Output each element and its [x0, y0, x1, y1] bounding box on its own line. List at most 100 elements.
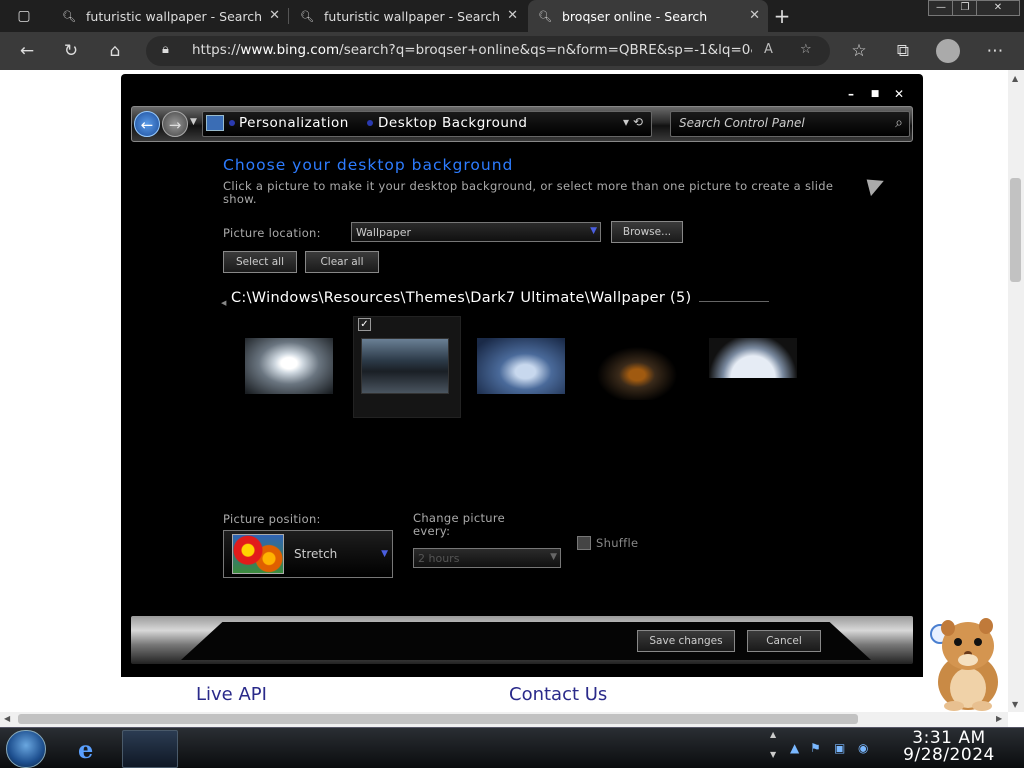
- scroll-up-icon[interactable]: ▲: [1012, 74, 1018, 83]
- new-tab-icon[interactable]: +: [771, 5, 793, 27]
- wallpaper-thumb-5[interactable]: [709, 338, 797, 378]
- close-tab-icon[interactable]: ✕: [269, 8, 280, 23]
- cp-content: Choose your desktop background Click a p…: [131, 144, 913, 614]
- close-tab-icon[interactable]: ✕: [749, 8, 760, 23]
- wallpaper-thumb-3[interactable]: [477, 338, 565, 394]
- clear-all-button[interactable]: Clear all: [305, 251, 379, 273]
- url-text[interactable]: https://www.bing.com/search?q=broqser+on…: [192, 42, 752, 58]
- tab-actions-icon[interactable]: ▢: [13, 5, 35, 27]
- taskbar: e ▲ ▼ ▲ ⚑ ▣ ◉ 3:31 AM 9/28/2024: [0, 727, 1024, 768]
- network-icon[interactable]: ▣: [834, 741, 845, 755]
- search-icon: 🔍︎: [62, 9, 76, 23]
- search-icon: 🔍︎: [538, 9, 552, 23]
- back-icon[interactable]: ←: [16, 40, 38, 62]
- action-center-icon[interactable]: ⚑: [810, 741, 821, 755]
- maximize-button[interactable]: ❐: [952, 0, 978, 16]
- tray-up-icon[interactable]: ▲: [770, 730, 776, 739]
- change-picture-select[interactable]: 2 hours ▼: [413, 548, 561, 568]
- vertical-scrollbar[interactable]: ▲ ▼: [1008, 70, 1024, 712]
- clock-date: 9/28/2024: [903, 745, 995, 765]
- volume-icon[interactable]: ◉: [858, 741, 868, 755]
- wallpaper-checkbox[interactable]: ✓: [358, 318, 371, 331]
- scroll-left-icon[interactable]: ◀: [4, 714, 10, 723]
- lock-icon: 🔒︎: [162, 42, 169, 57]
- cp-nav-bar: ← → ▼ Personalization Desktop Background…: [131, 106, 913, 142]
- scroll-down-icon[interactable]: ▼: [1012, 700, 1018, 709]
- search-icon: 🔍︎: [300, 9, 314, 23]
- taskbar-window-thumbnail[interactable]: [122, 730, 178, 768]
- search-icon[interactable]: ⌕: [895, 115, 903, 131]
- divider: [699, 301, 769, 302]
- collections-icon[interactable]: ⧉: [892, 40, 914, 62]
- browser-window: ▢ 🔍︎ futuristic wallpaper - Search ✕ 🔍︎ …: [0, 0, 1024, 768]
- save-changes-button[interactable]: Save changes: [637, 630, 735, 652]
- close-button[interactable]: ✕: [976, 0, 1020, 16]
- shuffle-checkbox[interactable]: [577, 536, 591, 550]
- browse-button[interactable]: Browse...: [611, 221, 683, 243]
- tray-expand-icon[interactable]: ▲: [790, 741, 799, 755]
- control-panel-icon: [206, 115, 224, 131]
- cp-search-box[interactable]: Search Control Panel ⌕: [670, 111, 910, 137]
- chevron-down-icon[interactable]: ▾ ⟲: [623, 115, 643, 129]
- picture-position-label: Picture position:: [223, 512, 321, 526]
- cp-close-icon[interactable]: ✕: [893, 88, 905, 100]
- cp-breadcrumb[interactable]: Personalization Desktop Background ▾ ⟲: [202, 111, 652, 137]
- select-all-button[interactable]: Select all: [223, 251, 297, 273]
- favorite-add-icon[interactable]: ☆: [800, 42, 812, 57]
- address-bar[interactable]: 🔒︎ https://www.bing.com/search?q=broqser…: [146, 36, 830, 66]
- start-button[interactable]: [6, 730, 46, 768]
- cp-history-dropdown-icon[interactable]: ▼: [190, 117, 197, 127]
- horizontal-scrollbar[interactable]: ◀ ▶: [0, 712, 1008, 727]
- cp-search-placeholder: Search Control Panel: [679, 116, 805, 130]
- minimize-button[interactable]: —: [928, 0, 954, 16]
- picture-position-select[interactable]: Stretch ▼: [223, 530, 393, 578]
- page-content: – ■ ✕ ← → ▼ Personalization Desktop Back…: [0, 70, 1008, 712]
- cursor-arrow-icon: [860, 171, 884, 197]
- close-tab-icon[interactable]: ✕: [507, 8, 518, 23]
- collapse-icon[interactable]: ◀: [221, 299, 226, 307]
- more-icon[interactable]: ⋯: [984, 40, 1006, 62]
- folder-path-heading: C:\Windows\Resources\Themes\Dark7 Ultima…: [231, 290, 692, 306]
- home-icon[interactable]: ⌂: [104, 40, 126, 62]
- wallpaper-thumb-1[interactable]: [245, 338, 333, 394]
- tab-separator: [288, 8, 289, 24]
- horizontal-scroll-thumb[interactable]: [18, 714, 858, 724]
- tab-strip: ▢ 🔍︎ futuristic wallpaper - Search ✕ 🔍︎ …: [0, 0, 1024, 32]
- breadcrumb-separator: [229, 120, 235, 126]
- favorites-icon[interactable]: ☆: [848, 40, 870, 62]
- scroll-right-icon[interactable]: ▶: [996, 714, 1002, 723]
- tab-1[interactable]: 🔍︎ futuristic wallpaper - Search ✕: [52, 0, 288, 32]
- taskbar-clock[interactable]: 3:31 AM 9/28/2024: [884, 730, 1014, 764]
- tab-title: broqser online - Search: [562, 8, 708, 24]
- vertical-scroll-thumb[interactable]: [1010, 178, 1021, 282]
- chevron-down-icon: ▼: [550, 552, 557, 562]
- internet-explorer-icon[interactable]: e: [62, 730, 118, 768]
- profile-avatar[interactable]: [936, 39, 960, 63]
- hamster-mascot-image[interactable]: [918, 608, 1008, 712]
- cp-maximize-icon[interactable]: ■: [869, 88, 881, 100]
- cp-minimize-icon[interactable]: –: [845, 88, 857, 100]
- contact-us-link[interactable]: Contact Us: [509, 684, 607, 705]
- position-preview-image: [232, 534, 284, 574]
- tray-down-icon[interactable]: ▼: [770, 750, 776, 759]
- tab-3-active[interactable]: 🔍︎ broqser online - Search ✕: [528, 0, 768, 32]
- cp-forward-icon[interactable]: →: [162, 111, 188, 137]
- wallpaper-thumb-2[interactable]: [361, 338, 449, 394]
- picture-location-label: Picture location:: [223, 226, 321, 240]
- toolbar: ← ↻ ⌂ 🔒︎ https://www.bing.com/search?q=b…: [0, 32, 1024, 70]
- change-picture-label: Change picture every:: [413, 511, 506, 538]
- picture-location-select[interactable]: Wallpaper ▼: [351, 222, 601, 242]
- cp-back-icon[interactable]: ←: [134, 111, 160, 137]
- cancel-button[interactable]: Cancel: [747, 630, 821, 652]
- breadcrumb-desktop-background[interactable]: Desktop Background: [378, 115, 528, 131]
- tab-2[interactable]: 🔍︎ futuristic wallpaper - Search Ima ✕: [290, 0, 526, 32]
- breadcrumb-personalization[interactable]: Personalization: [239, 115, 349, 131]
- wallpaper-thumb-4[interactable]: [593, 344, 681, 400]
- control-panel-window: – ■ ✕ ← → ▼ Personalization Desktop Back…: [121, 74, 923, 677]
- tab-title: futuristic wallpaper - Search: [86, 8, 263, 24]
- read-aloud-icon[interactable]: A: [764, 42, 773, 57]
- chevron-down-icon: ▼: [590, 226, 597, 236]
- chevron-down-icon: ▼: [381, 549, 388, 559]
- refresh-icon[interactable]: ↻: [60, 40, 82, 62]
- live-api-link[interactable]: Live API: [196, 684, 267, 705]
